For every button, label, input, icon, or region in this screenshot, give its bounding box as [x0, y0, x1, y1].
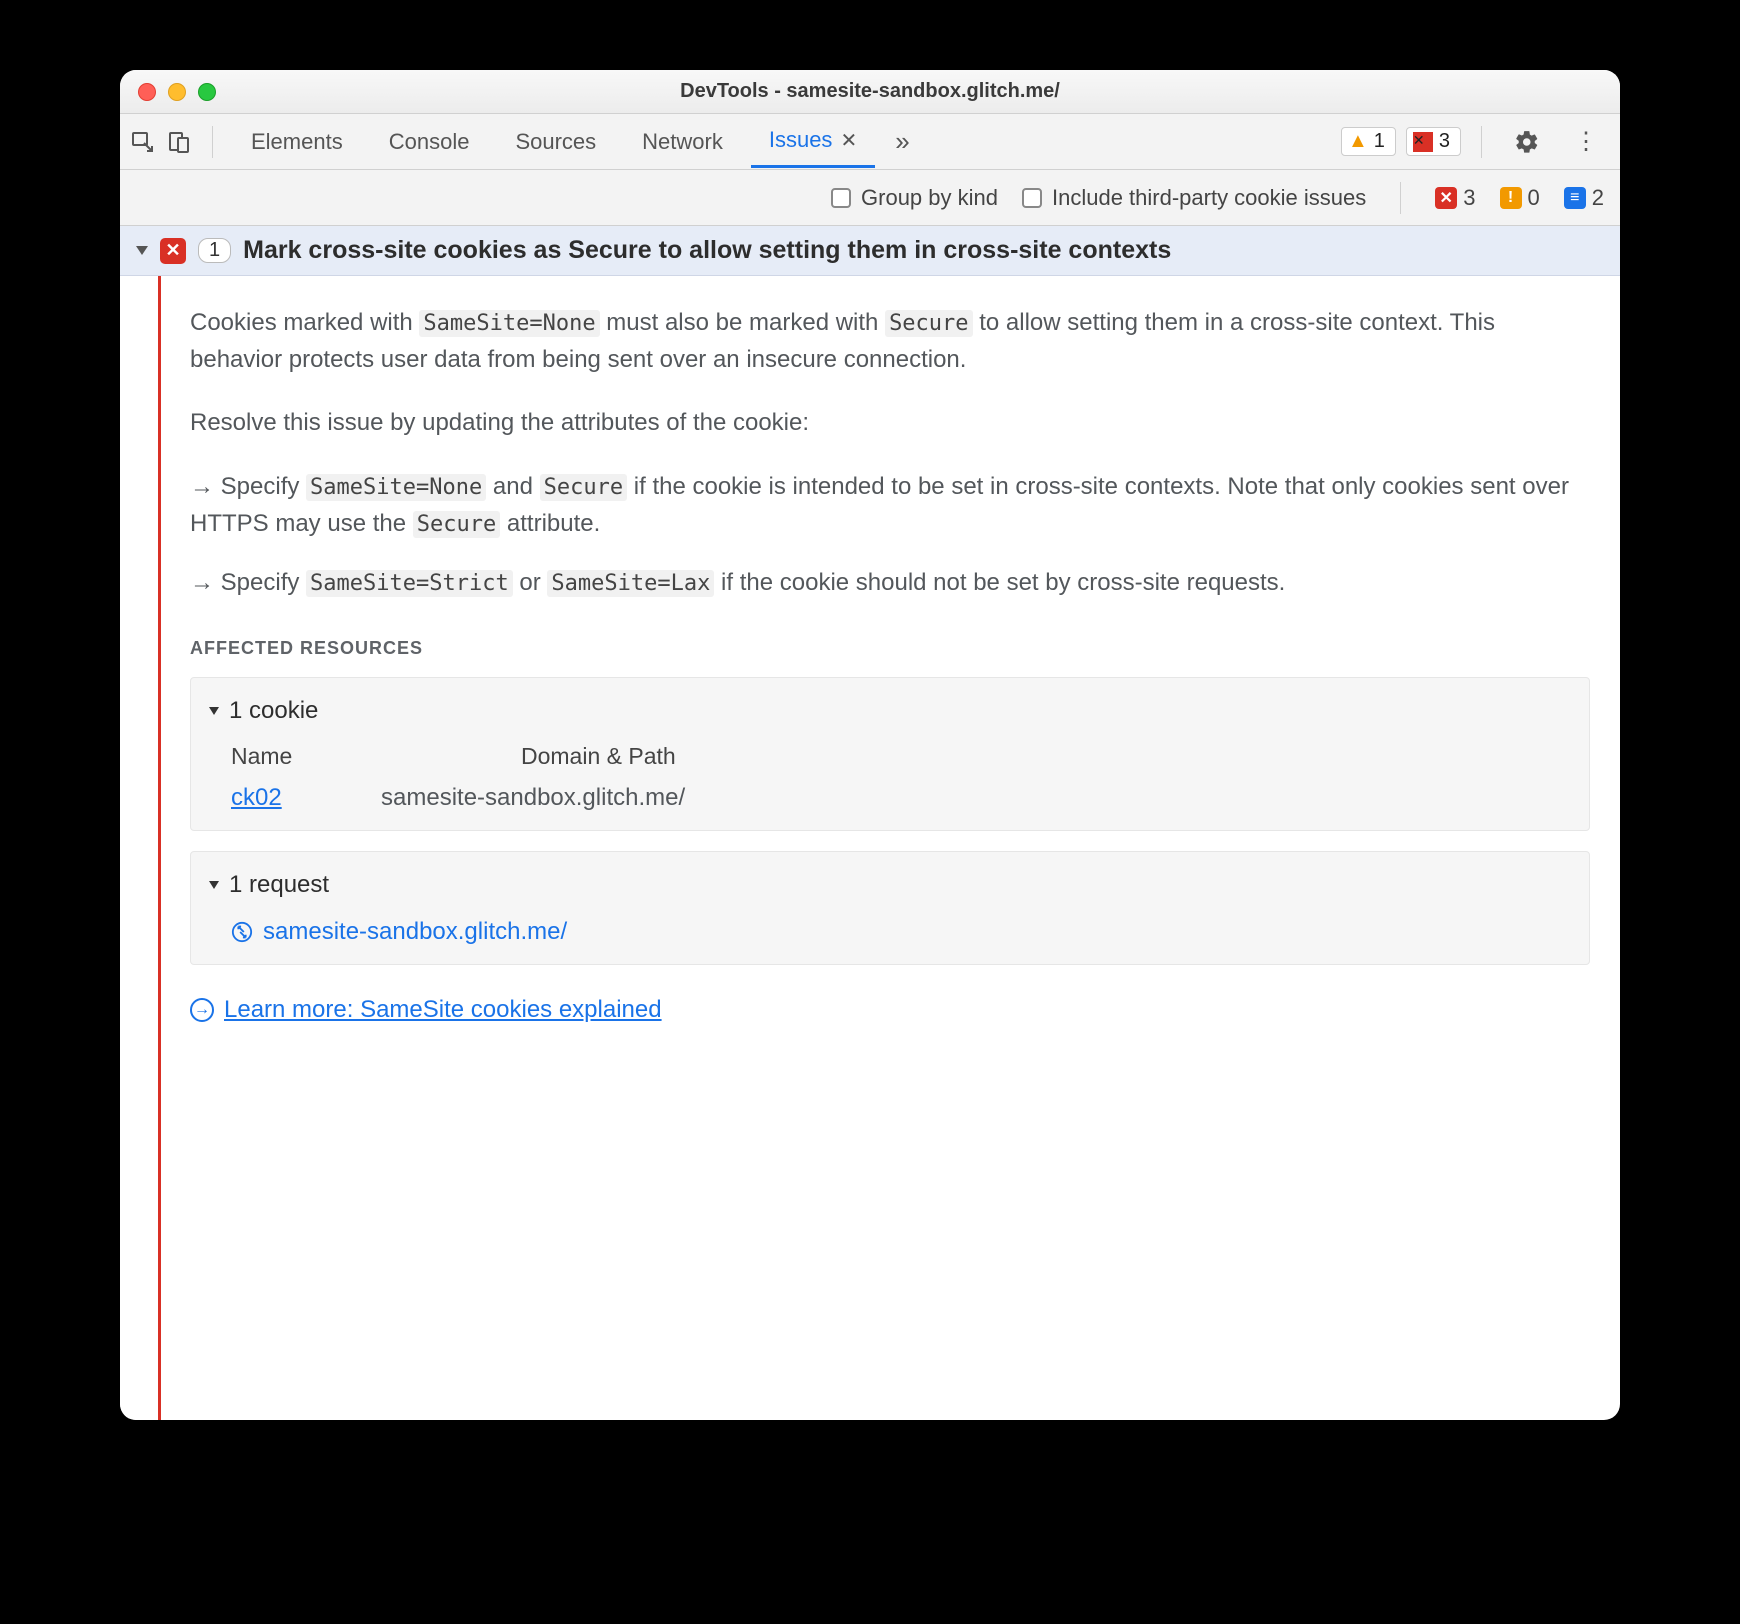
- checkbox-icon: [831, 188, 851, 208]
- table-header-row: Name Domain & Path: [231, 739, 1571, 775]
- warning-icon: !: [1500, 187, 1522, 209]
- gutter: [120, 276, 160, 1420]
- network-icon: [231, 921, 253, 943]
- tab-console[interactable]: Console: [371, 117, 488, 167]
- tab-sources[interactable]: Sources: [497, 117, 614, 167]
- cookie-domain: samesite-sandbox.glitch.me/: [381, 779, 685, 816]
- code: SameSite=None: [306, 474, 486, 501]
- text: Cookies marked with: [190, 309, 419, 336]
- device-toolbar-icon[interactable]: [166, 129, 192, 155]
- issue-detail: Cookies marked with SameSite=None must a…: [120, 276, 1620, 1420]
- affected-cookies-title: 1 cookie: [229, 692, 318, 729]
- devtools-window: DevTools - samesite-sandbox.glitch.me/ E…: [120, 70, 1620, 1420]
- info-counter-value: 2: [1592, 185, 1604, 211]
- include-third-party-label: Include third-party cookie issues: [1052, 185, 1366, 211]
- issue-bullet: → Specify SameSite=None and Secure if th…: [190, 468, 1590, 542]
- severity-line: [158, 276, 161, 1420]
- warning-counter[interactable]: ! 0: [1500, 185, 1540, 211]
- settings-icon[interactable]: [1502, 129, 1552, 155]
- errors-pill[interactable]: ✕ 3: [1406, 127, 1461, 156]
- warnings-count: 1: [1374, 130, 1385, 153]
- affected-resources-label: Affected Resources: [190, 635, 1590, 663]
- error-icon: ✕: [1435, 187, 1457, 209]
- error-counter[interactable]: ✕ 3: [1435, 185, 1475, 211]
- error-counter-value: 3: [1463, 185, 1475, 211]
- learn-more-link[interactable]: → Learn more: SameSite cookies explained: [190, 991, 1590, 1028]
- text: must also be marked with: [600, 309, 885, 336]
- expand-caret-icon: [209, 881, 219, 889]
- text: → Specify: [190, 569, 306, 596]
- code: Secure: [540, 474, 627, 501]
- affected-requests-toggle[interactable]: 1 request: [209, 866, 1571, 903]
- external-link-icon: →: [190, 998, 214, 1022]
- text: and: [486, 473, 539, 500]
- code: Secure: [885, 310, 972, 337]
- issue-count-badge: 1: [198, 238, 231, 263]
- code: SameSite=None: [419, 310, 599, 337]
- cookie-link[interactable]: ck02: [231, 779, 311, 816]
- text: or: [513, 569, 548, 596]
- code: SameSite=Lax: [547, 570, 714, 597]
- devtools-toolbar: Elements Console Sources Network Issues …: [120, 114, 1620, 170]
- tab-elements[interactable]: Elements: [233, 117, 361, 167]
- issue-row[interactable]: ✕ 1 Mark cross-site cookies as Secure to…: [120, 226, 1620, 276]
- info-counter[interactable]: ≡ 2: [1564, 185, 1604, 211]
- request-link[interactable]: samesite-sandbox.glitch.me/: [231, 913, 1571, 950]
- code: Secure: [413, 511, 500, 538]
- affected-cookies-box: 1 cookie Name Domain & Path ck02 samesit…: [190, 677, 1590, 831]
- tab-issues-label: Issues: [769, 127, 833, 153]
- code: SameSite=Strict: [306, 570, 513, 597]
- issue-title: Mark cross-site cookies as Secure to all…: [243, 236, 1171, 265]
- cookie-table: Name Domain & Path ck02 samesite-sandbox…: [231, 739, 1571, 816]
- titlebar: DevTools - samesite-sandbox.glitch.me/: [120, 70, 1620, 114]
- kebab-menu-icon[interactable]: ⋮: [1562, 127, 1610, 156]
- tab-network[interactable]: Network: [624, 117, 741, 167]
- more-tabs-icon[interactable]: »: [885, 126, 919, 157]
- include-third-party-checkbox[interactable]: Include third-party cookie issues: [1022, 185, 1366, 211]
- issues-filter-bar: Group by kind Include third-party cookie…: [120, 170, 1620, 226]
- request-url: samesite-sandbox.glitch.me/: [263, 913, 567, 950]
- expand-caret-icon: [136, 246, 148, 255]
- col-name: Name: [231, 739, 401, 775]
- group-by-kind-label: Group by kind: [861, 185, 998, 211]
- expand-caret-icon: [209, 707, 219, 715]
- issue-bullet: → Specify SameSite=Strict or SameSite=La…: [190, 564, 1590, 601]
- affected-cookies-toggle[interactable]: 1 cookie: [209, 692, 1571, 729]
- checkbox-icon: [1022, 188, 1042, 208]
- warning-counter-value: 0: [1528, 185, 1540, 211]
- text: → Specify: [190, 473, 306, 500]
- inspect-element-icon[interactable]: [130, 129, 156, 155]
- group-by-kind-checkbox[interactable]: Group by kind: [831, 185, 998, 211]
- separator: [212, 126, 213, 158]
- warning-icon: ▲: [1348, 130, 1368, 153]
- window-title: DevTools - samesite-sandbox.glitch.me/: [120, 80, 1620, 103]
- issue-paragraph: Resolve this issue by updating the attri…: [190, 404, 1590, 441]
- text: if the cookie should not be set by cross…: [714, 569, 1285, 596]
- info-icon: ≡: [1564, 187, 1586, 209]
- error-badge-icon: ✕: [160, 238, 186, 264]
- table-row: ck02 samesite-sandbox.glitch.me/: [231, 779, 1571, 816]
- text: attribute.: [500, 510, 600, 537]
- issue-paragraph: Cookies marked with SameSite=None must a…: [190, 304, 1590, 378]
- errors-count: 3: [1439, 130, 1450, 153]
- error-icon: ✕: [1413, 132, 1433, 152]
- tab-issues[interactable]: Issues ✕: [751, 115, 875, 168]
- warnings-pill[interactable]: ▲ 1: [1341, 127, 1396, 156]
- col-domain: Domain & Path: [521, 739, 676, 775]
- learn-more-text: Learn more: SameSite cookies explained: [224, 991, 662, 1028]
- separator: [1481, 126, 1482, 158]
- issue-content: Cookies marked with SameSite=None must a…: [160, 276, 1620, 1420]
- affected-requests-box: 1 request samesite-sandbox.glitch.me/: [190, 851, 1590, 965]
- affected-requests-title: 1 request: [229, 866, 329, 903]
- close-tab-icon[interactable]: ✕: [840, 128, 857, 153]
- separator: [1400, 182, 1401, 214]
